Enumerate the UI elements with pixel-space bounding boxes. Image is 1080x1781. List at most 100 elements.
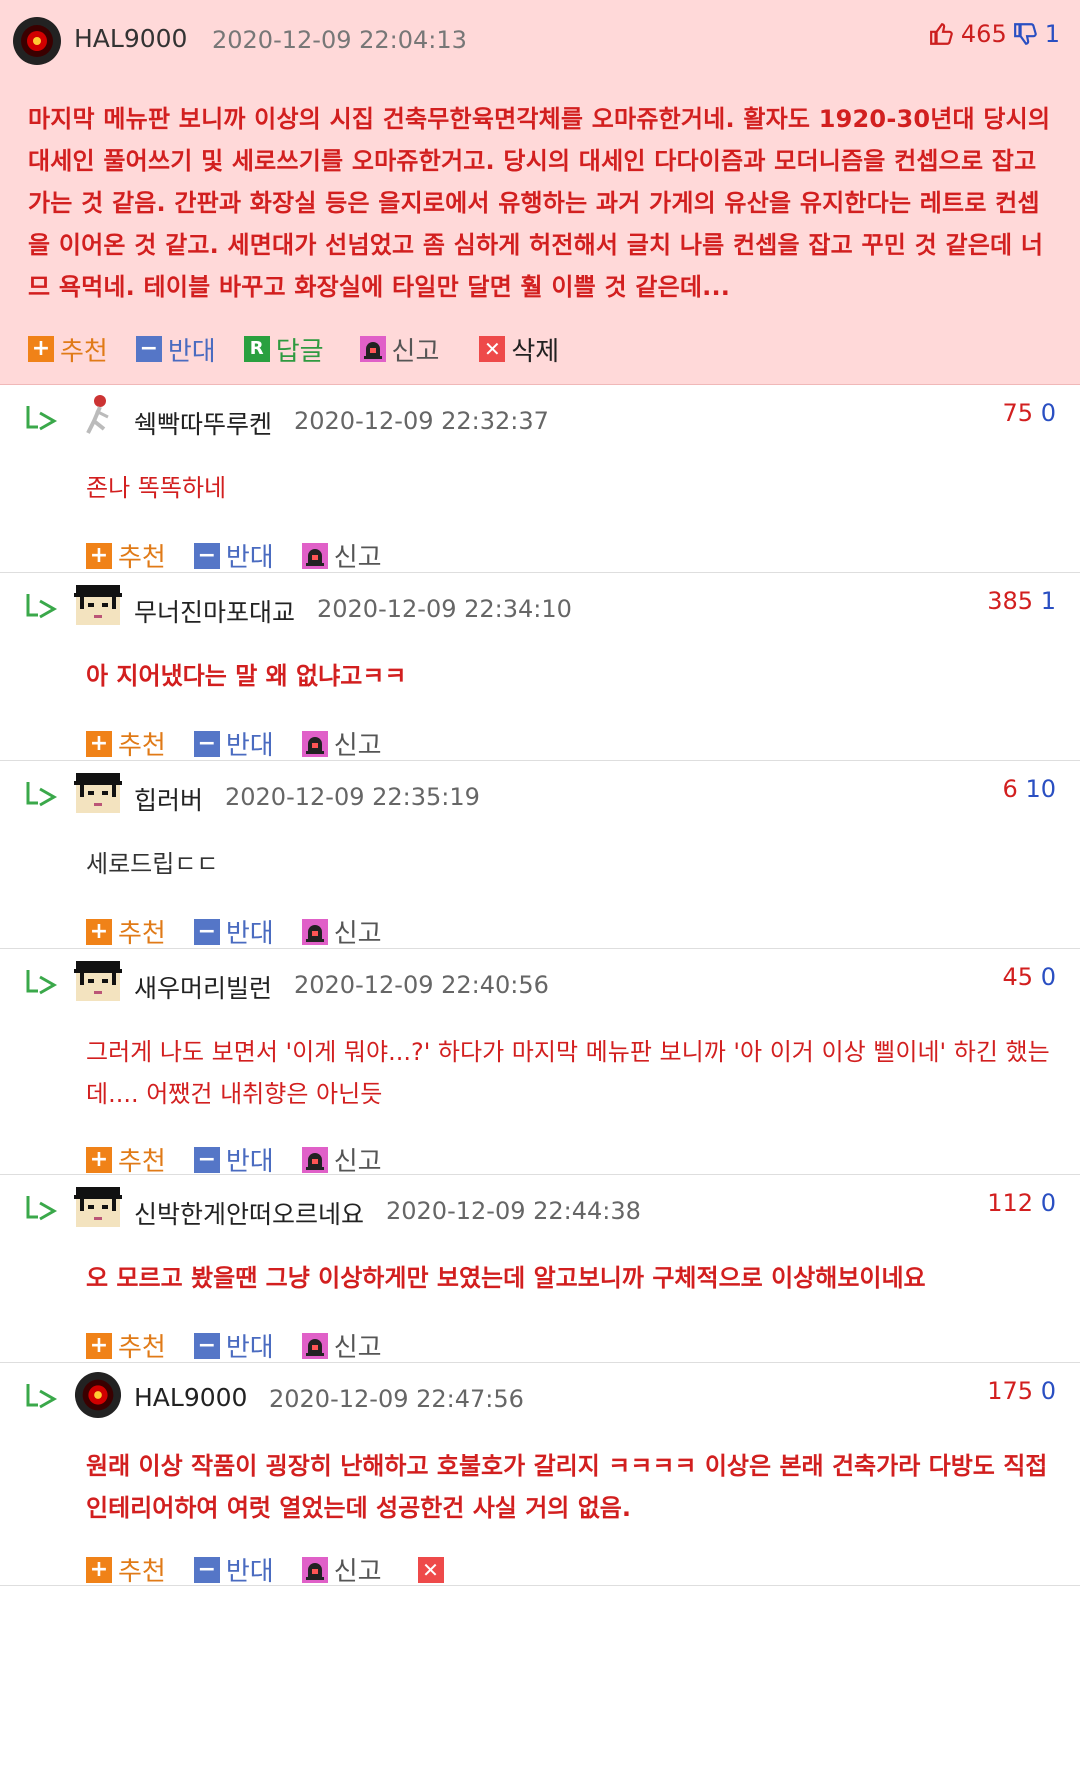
downvote-count[interactable]: 0 — [1041, 1377, 1056, 1405]
pixel-face-icon[interactable] — [74, 581, 122, 633]
minus-icon: − — [193, 1556, 220, 1583]
main-comment-header: HAL9000 2020-12-09 22:04:13 465 1 — [0, 0, 1080, 82]
hal-eye-icon[interactable] — [74, 1371, 122, 1423]
pixel-face-icon[interactable] — [74, 1183, 122, 1235]
username[interactable]: 쉑빡따뚜루켄 — [134, 405, 272, 441]
vote-counts: 45 0 — [1003, 963, 1056, 991]
comment-body: 그러게 나도 보면서 '이게 뭐야...?' 하다가 마지막 메뉴판 보니까 '… — [86, 1038, 1050, 1108]
oppose-button[interactable]: − 반대 — [193, 1327, 274, 1364]
reply-button[interactable]: R 답글 — [243, 331, 324, 368]
comment-actions: + 추천 − 반대 신고 — [86, 1327, 410, 1364]
oppose-button[interactable]: − 반대 — [135, 331, 216, 368]
username[interactable]: HAL9000 — [74, 24, 187, 53]
plus-icon: + — [86, 918, 112, 945]
report-button[interactable]: 신고 — [359, 331, 439, 368]
delete-button[interactable]: ✕ 삭제 — [479, 331, 559, 368]
figure-icon[interactable] — [74, 393, 118, 441]
reply-comment: 힙러버 2020-12-09 22:35:19 6 10 세로드립ㄷㄷ + 추천 − 반대 신고 — [0, 761, 1080, 949]
comment-actions: + 추천 − 반대 신고 — [86, 537, 410, 574]
timestamp: 2020-12-09 22:44:38 — [386, 1197, 641, 1225]
username[interactable]: 새우머리빌런 — [134, 969, 272, 1005]
plus-icon: + — [28, 336, 54, 362]
recommend-button[interactable]: + 추천 — [86, 913, 166, 950]
main-comment: HAL9000 2020-12-09 22:04:13 465 1 마지막 메뉴… — [0, 0, 1080, 385]
vote-counts: 175 0 — [987, 1377, 1056, 1405]
oppose-button[interactable]: − 반대 — [193, 537, 274, 574]
vote-counts: 6 10 — [1003, 775, 1056, 803]
oppose-button[interactable]: − 반대 — [193, 1141, 274, 1178]
upvote-count[interactable]: 6 — [1003, 775, 1018, 803]
username[interactable]: HAL9000 — [134, 1383, 247, 1412]
timestamp: 2020-12-09 22:04:13 — [212, 26, 467, 54]
reply-r-icon: R — [243, 336, 270, 362]
report-button[interactable]: 신고 — [301, 537, 382, 574]
plus-icon: + — [86, 730, 112, 757]
timestamp: 2020-12-09 22:32:37 — [294, 407, 549, 435]
comment-actions: + 추천 − 반대 신고 — [86, 725, 410, 762]
vote-counts: 112 0 — [987, 1189, 1056, 1217]
reply-list: 쉑빡따뚜루켄 2020-12-09 22:32:37 75 0 존나 똑똑하네 + 추천 −… — [0, 385, 1080, 1588]
reply-arrow-icon — [24, 779, 58, 809]
username[interactable]: 힙러버 — [134, 781, 203, 817]
report-button[interactable]: 신고 — [301, 1327, 382, 1364]
siren-icon — [301, 1556, 328, 1583]
reply-arrow-icon — [24, 591, 58, 621]
reply-comment: 신박한게안떠오르네요 2020-12-09 22:44:38 112 0 오 모르고 … — [0, 1175, 1080, 1363]
vote-counts: 385 1 — [987, 587, 1056, 615]
recommend-button[interactable]: + 추천 — [28, 331, 108, 368]
report-button[interactable]: 신고 — [301, 1551, 382, 1588]
siren-icon — [301, 542, 328, 569]
vote-counts: 75 0 — [1003, 399, 1056, 427]
report-button[interactable]: 신고 — [301, 913, 382, 950]
downvote-count[interactable]: 0 — [1041, 399, 1056, 427]
oppose-button[interactable]: − 반대 — [193, 725, 274, 762]
pixel-face-icon[interactable] — [74, 957, 122, 1009]
hal-eye-icon[interactable] — [12, 16, 62, 66]
recommend-button[interactable]: + 추천 — [86, 1327, 166, 1364]
oppose-button[interactable]: − 반대 — [193, 913, 274, 950]
report-button[interactable]: 신고 — [301, 1141, 382, 1178]
timestamp: 2020-12-09 22:40:56 — [294, 971, 549, 999]
downvote-count[interactable]: 10 — [1025, 775, 1056, 803]
recommend-button[interactable]: + 추천 — [86, 1551, 166, 1588]
upvote-count[interactable]: 112 — [987, 1189, 1033, 1217]
vote-counts: 465 1 — [929, 20, 1060, 48]
thumbs-up-icon[interactable] — [929, 21, 955, 47]
timestamp: 2020-12-09 22:34:10 — [317, 595, 572, 623]
upvote-count[interactable]: 175 — [987, 1377, 1033, 1405]
recommend-button[interactable]: + 추천 — [86, 1141, 166, 1178]
minus-icon: − — [193, 1332, 220, 1359]
reply-comment: HAL9000 2020-12-09 22:47:56 175 0 원래 이상 작품이… — [0, 1363, 1080, 1588]
report-button[interactable]: 신고 — [301, 725, 382, 762]
minus-icon: − — [193, 542, 220, 569]
downvote-count[interactable]: 0 — [1041, 963, 1056, 991]
username[interactable]: 신박한게안떠오르네요 — [134, 1195, 364, 1231]
reply-arrow-icon — [24, 403, 58, 433]
minus-icon: − — [193, 918, 220, 945]
recommend-button[interactable]: + 추천 — [86, 725, 166, 762]
downvote-count[interactable]: 0 — [1041, 1189, 1056, 1217]
comment-body: 존나 똑똑하네 — [86, 474, 227, 502]
thumbs-down-icon[interactable] — [1013, 21, 1039, 47]
recommend-button[interactable]: + 추천 — [86, 537, 166, 574]
delete-button[interactable]: ✕ — [417, 1556, 450, 1583]
comment-body: 원래 이상 작품이 굉장히 난해하고 호불호가 갈리지 ㅋㅋㅋㅋ 이상은 본래 … — [86, 1452, 1048, 1522]
reply-arrow-icon — [24, 1193, 58, 1223]
comment-body: 마지막 메뉴판 보니까 이상의 시집 건축무한육면각체를 오마쥬한거네. 활자도… — [28, 105, 1051, 301]
reply-comment: 쉑빡따뚜루켄 2020-12-09 22:32:37 75 0 존나 똑똑하네 + 추천 −… — [0, 385, 1080, 573]
timestamp: 2020-12-09 22:35:19 — [225, 783, 480, 811]
upvote-count[interactable]: 75 — [1003, 399, 1034, 427]
reply-arrow-icon — [24, 967, 58, 997]
upvote-count: 465 — [960, 20, 1007, 48]
siren-icon — [301, 1146, 328, 1173]
upvote-count[interactable]: 385 — [987, 587, 1033, 615]
siren-icon — [301, 1332, 328, 1359]
comment-thread: HAL9000 2020-12-09 22:04:13 465 1 마지막 메뉴… — [0, 0, 1080, 1588]
downvote-count[interactable]: 1 — [1041, 587, 1056, 615]
username[interactable]: 무너진마포대교 — [134, 593, 295, 629]
oppose-button[interactable]: − 반대 — [193, 1551, 274, 1588]
close-icon: ✕ — [417, 1556, 444, 1583]
siren-icon — [301, 918, 328, 945]
pixel-face-icon[interactable] — [74, 769, 122, 821]
upvote-count[interactable]: 45 — [1003, 963, 1034, 991]
